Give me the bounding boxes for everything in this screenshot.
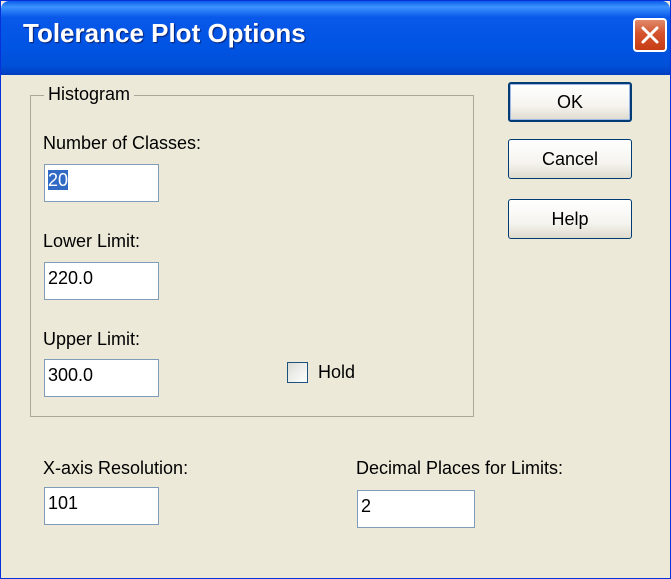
x-axis-resolution-input[interactable]: 101 [44,487,159,525]
classes-label: Number of Classes: [43,133,202,153]
help-button[interactable]: Help [508,199,632,239]
cancel-button[interactable]: Cancel [508,139,632,179]
upper-limit-input[interactable]: 300.0 [44,359,159,397]
close-icon [641,26,659,44]
histogram-legend: Histogram [44,84,135,105]
decimal-places-input[interactable]: 2 [357,490,475,528]
x-axis-resolution-label: X-axis Resolution: [43,458,189,478]
dialog-title: Tolerance Plot Options [23,18,306,48]
decimal-places-label: Decimal Places for Limits: [356,458,564,478]
lower-limit-label: Lower Limit: [43,231,141,251]
title-bar[interactable]: Tolerance Plot Options [1,1,670,75]
upper-limit-label: Upper Limit: [43,329,141,349]
ok-button[interactable]: OK [508,82,632,122]
hold-label[interactable]: Hold [318,362,355,383]
hold-checkbox[interactable] [287,362,308,383]
classes-input[interactable]: 20 [44,164,159,202]
close-button[interactable] [633,18,667,52]
lower-limit-input[interactable]: 220.0 [44,262,159,300]
classes-value: 20 [48,170,69,190]
